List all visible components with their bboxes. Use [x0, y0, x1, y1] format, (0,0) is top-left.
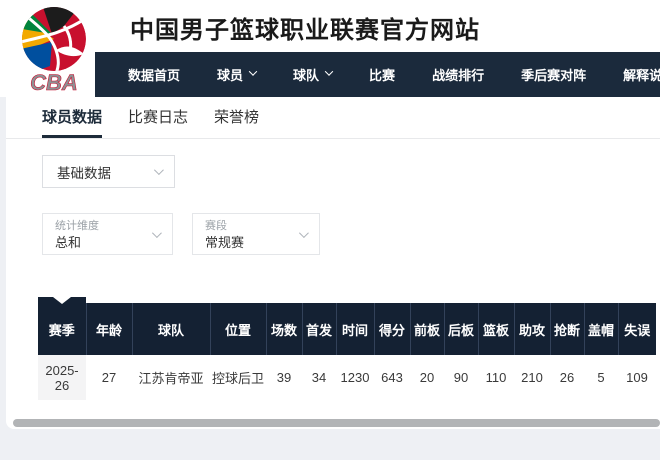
cell-11: 110 — [478, 355, 514, 400]
col-header-7[interactable]: 时间 — [336, 303, 374, 355]
cell-8: 643 — [374, 355, 410, 400]
horizontal-scrollbar[interactable] — [13, 419, 660, 427]
col-header-14[interactable]: 盖帽 — [584, 303, 618, 355]
nav-item-label: 解释说明 — [623, 65, 660, 84]
cell-15: 109 — [618, 355, 656, 400]
cba-wordmark: CBA — [30, 70, 78, 95]
chevron-down-icon — [154, 165, 164, 175]
main-navbar: 数据首页 球员 球队 比赛 战绩排行 季后赛对阵 解释说明 — [95, 52, 660, 97]
cell-4: 控球后卫 — [210, 355, 266, 400]
col-header-4[interactable]: 位置 — [210, 303, 266, 355]
stage-filter[interactable]: 赛段 常规赛 — [192, 213, 320, 255]
col-header-9[interactable]: 前板 — [410, 303, 444, 355]
col-header-6[interactable]: 首发 — [302, 303, 336, 355]
nav-item-glossary[interactable]: 解释说明 — [623, 65, 660, 84]
content-card: 球员数据比赛日志荣誉榜 基础数据 统计维度 总和 赛段 常规赛 赛季年龄球队位置… — [6, 97, 660, 429]
col-header-11[interactable]: 篮板 — [478, 303, 514, 355]
cell-9: 20 — [410, 355, 444, 400]
col-header-5[interactable]: 场数 — [266, 303, 302, 355]
nav-item-games[interactable]: 比赛 — [369, 65, 395, 84]
cell-2: 27 — [86, 355, 132, 400]
nav-item-label: 季后赛对阵 — [521, 65, 586, 84]
cell-3: 江苏肯帝亚 — [132, 355, 210, 400]
top-header: CBA 中国男子篮球职业联赛官方网站 数据首页 球员 球队 比赛 战绩排行 季后赛对阵 解释… — [0, 0, 660, 97]
nav-item-data-home[interactable]: 数据首页 — [128, 65, 180, 84]
col-header-12[interactable]: 助攻 — [514, 303, 550, 355]
table-body: 2025-2627江苏肯帝亚控球后卫3934123064320901102102… — [38, 355, 656, 400]
stats-table-wrap: 赛季年龄球队位置场数首发时间得分前板后板篮板助攻抢断盖帽失误 2025-2627… — [38, 303, 660, 400]
cell-1: 2025-26 — [38, 355, 86, 400]
filter-label: 统计维度 — [55, 219, 146, 234]
table-row: 2025-2627江苏肯帝亚控球后卫3934123064320901102102… — [38, 355, 656, 400]
stat-type-select[interactable]: 基础数据 — [42, 155, 175, 188]
col-header-8[interactable]: 得分 — [374, 303, 410, 355]
nav-item-teams[interactable]: 球队 — [293, 65, 332, 84]
col-header-3[interactable]: 球队 — [132, 303, 210, 355]
page-title: 中国男子篮球职业联赛官方网站 — [130, 10, 480, 45]
nav-item-standings[interactable]: 战绩排行 — [432, 65, 484, 84]
chevron-down-icon — [299, 228, 309, 238]
nav-item-label: 数据首页 — [128, 65, 180, 84]
nav-item-label: 球员 — [217, 65, 243, 84]
filter-label: 赛段 — [205, 219, 293, 234]
cell-12: 210 — [514, 355, 550, 400]
tab-game-log[interactable]: 比赛日志 — [128, 97, 188, 138]
cell-10: 90 — [444, 355, 478, 400]
chevron-down-icon — [325, 67, 333, 75]
nav-item-label: 比赛 — [369, 65, 395, 84]
tab-bar: 球员数据比赛日志荣誉榜 — [6, 97, 660, 139]
tab-player-data[interactable]: 球员数据 — [42, 97, 102, 138]
table-header-row: 赛季年龄球队位置场数首发时间得分前板后板篮板助攻抢断盖帽失误 — [38, 303, 656, 355]
col-header-2[interactable]: 年龄 — [86, 303, 132, 355]
nav-item-players[interactable]: 球员 — [217, 65, 256, 84]
filter-row: 统计维度 总和 赛段 常规赛 — [42, 213, 660, 255]
tab-honor-roll[interactable]: 荣誉榜 — [214, 97, 259, 138]
stat-type-value: 基础数据 — [57, 162, 111, 182]
cell-14: 5 — [584, 355, 618, 400]
stat-dimension-filter[interactable]: 统计维度 总和 — [42, 213, 173, 255]
cba-logo[interactable]: CBA — [12, 4, 96, 96]
cell-5: 39 — [266, 355, 302, 400]
col-header-13[interactable]: 抢断 — [550, 303, 584, 355]
nav-item-label: 战绩排行 — [432, 65, 484, 84]
chevron-down-icon — [249, 67, 257, 75]
col-header-10[interactable]: 后板 — [444, 303, 478, 355]
cell-7: 1230 — [336, 355, 374, 400]
filter-value: 总和 — [55, 234, 146, 251]
col-header-15[interactable]: 失误 — [618, 303, 656, 355]
cell-13: 26 — [550, 355, 584, 400]
player-stats-table: 赛季年龄球队位置场数首发时间得分前板后板篮板助攻抢断盖帽失误 2025-2627… — [38, 303, 656, 400]
basketball-icon — [14, 4, 86, 74]
chevron-down-icon — [152, 228, 162, 238]
cell-6: 34 — [302, 355, 336, 400]
nav-item-playoffs[interactable]: 季后赛对阵 — [521, 65, 586, 84]
filter-value: 常规赛 — [205, 234, 293, 251]
nav-item-label: 球队 — [293, 65, 319, 84]
col-header-1[interactable]: 赛季 — [38, 303, 86, 355]
